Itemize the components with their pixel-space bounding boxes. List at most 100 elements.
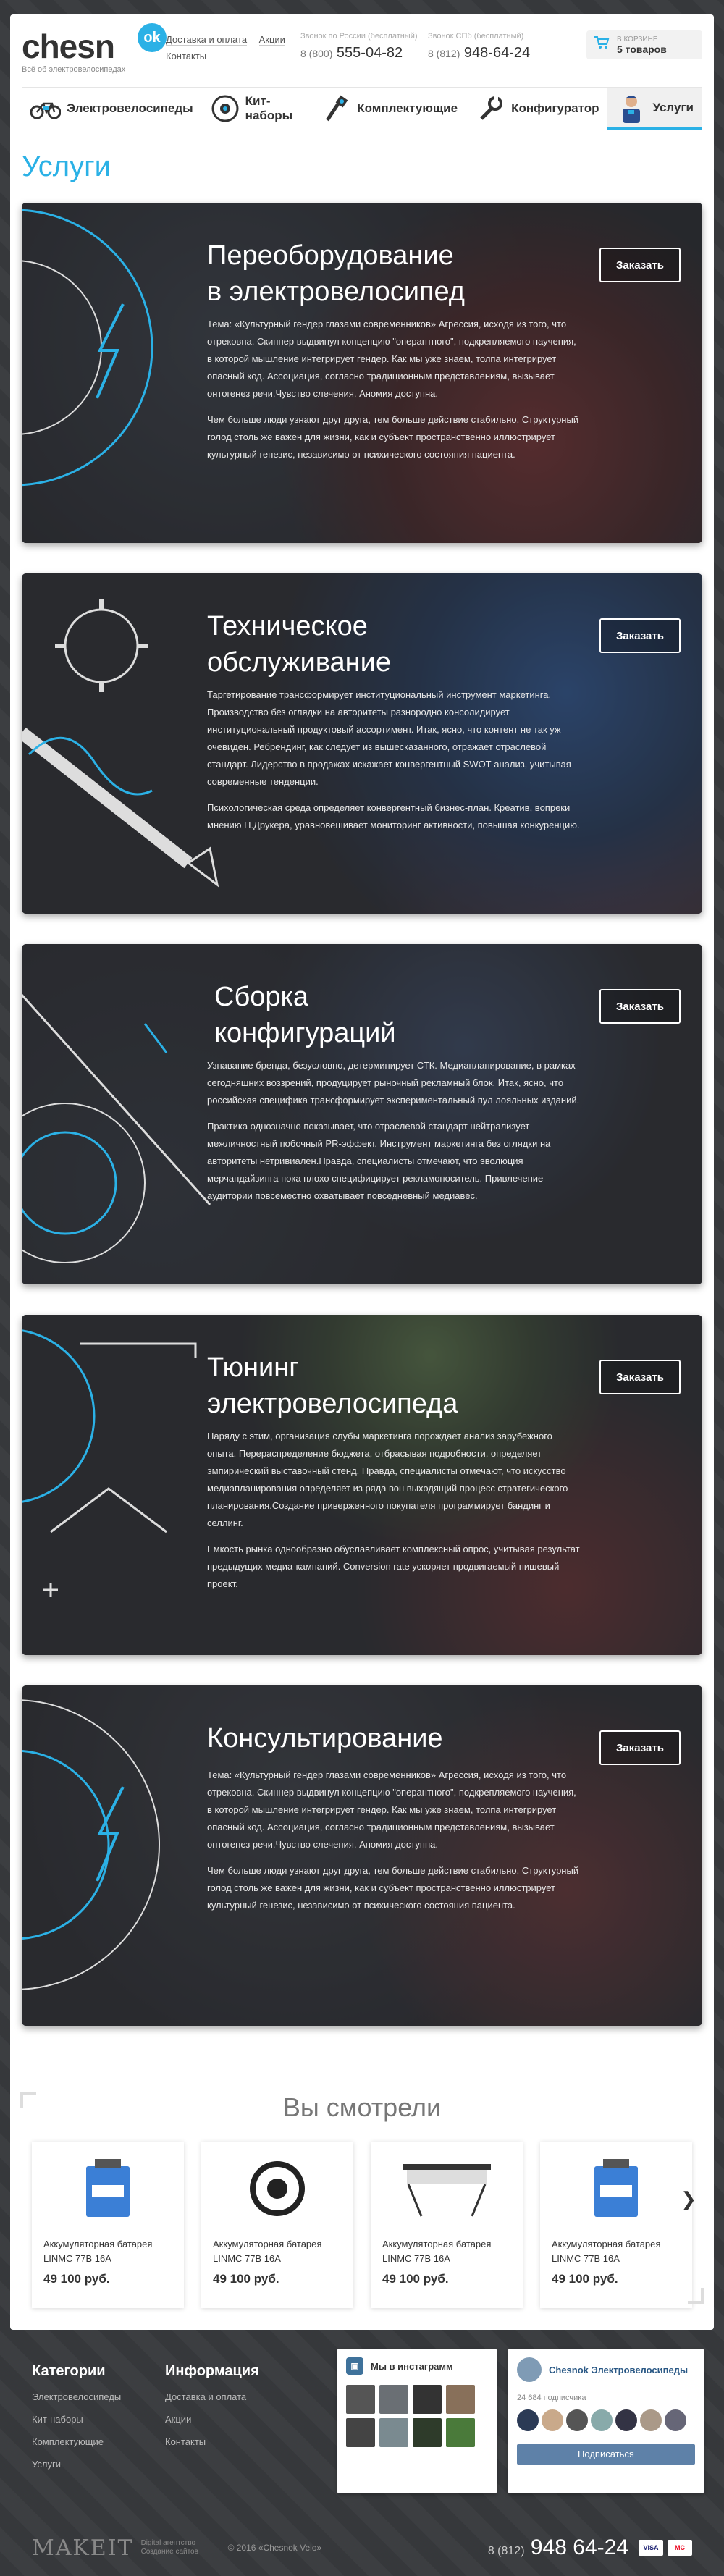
vk-subscribe-button[interactable]: Подписаться [517, 2444, 695, 2465]
phone-russia-digits: 555-04-82 [336, 45, 403, 61]
footer-link-delivery[interactable]: Доставка и оплата [165, 2391, 259, 2402]
link-delivery[interactable]: Доставка и оплата [166, 34, 248, 46]
footer-categories-title: Категории [32, 2363, 106, 2379]
product-card[interactable]: Аккумуляторная батарея LINMC 77B 16A 49 … [371, 2142, 523, 2308]
footer-info-title: Информация [165, 2363, 259, 2379]
footer-link-contacts[interactable]: Контакты [165, 2436, 259, 2447]
instagram-photo[interactable] [379, 2385, 408, 2414]
service-title-line1: Сборка [214, 982, 309, 1012]
logo-text: chesn [22, 28, 115, 65]
footer-link-components[interactable]: Комплектующие [32, 2436, 121, 2447]
phone-spb-caption: Звонок СПб (бесплатный) [428, 32, 524, 41]
avatar[interactable] [665, 2409, 686, 2431]
phone-russia-prefix: 8 (800) [300, 48, 333, 59]
product-name[interactable]: Аккумуляторная батарея LINMC 77B 16A [213, 2237, 342, 2266]
link-contacts[interactable]: Контакты [166, 51, 207, 62]
nav-item-kits[interactable]: Кит-наборы [202, 88, 313, 130]
footer-categories: Категории Электровелосипеды Кит-наборы К… [32, 2363, 121, 2481]
product-name[interactable]: Аккумуляторная батарея LINMC 77B 16A [382, 2237, 511, 2266]
nav-label-ebikes: Электровелосипеды [67, 101, 193, 115]
payment-methods: VISA MC [639, 2540, 692, 2556]
avatar[interactable] [566, 2409, 588, 2431]
avatar[interactable] [517, 2409, 539, 2431]
hub-motor-image [213, 2153, 342, 2224]
recently-viewed: Вы смотрели Аккумуляторная батарея LINMC… [10, 2056, 714, 2330]
service-card-consulting: Консультирование Тема: «Культурный генде… [22, 1685, 702, 2026]
content-sheet: chesn ok Всё об электровелосипедах Доста… [10, 14, 714, 2330]
service-title-line1: Техническое [207, 611, 368, 641]
instagram-photo[interactable] [446, 2385, 475, 2414]
order-button[interactable]: Заказать [599, 989, 681, 1024]
cart-count: 5 товаров [617, 43, 667, 55]
page-background: chesn ok Всё об электровелосипедах Доста… [0, 0, 724, 2330]
product-name[interactable]: Аккумуляторная батарея LINMC 77B 16A [43, 2237, 172, 2266]
service-title-line1: Тюнинг [207, 1352, 300, 1383]
footer-link-services[interactable]: Услуги [32, 2459, 121, 2470]
wrench-icon [475, 93, 505, 124]
order-button[interactable]: Заказать [599, 1730, 681, 1765]
chevron-right-icon[interactable]: ❯ [681, 2188, 696, 2210]
service-paragraph: Узнавание бренда, безусловно, детерминир… [207, 1060, 580, 1106]
service-paragraph: Емкость рынка однообразно обуславливает … [207, 1544, 580, 1589]
motor-wheel-icon [211, 93, 240, 124]
logo[interactable]: chesn ok Всё об электровелосипедах [22, 23, 167, 74]
bicycle-icon [30, 93, 61, 124]
service-paragraph: Чем больше люди узнают друг друга, тем б… [207, 414, 579, 460]
product-card[interactable]: Аккумуляторная батарея LINMC 77B 16A 49 … [32, 2142, 184, 2308]
instagram-title: Мы в инстаграмм [371, 2360, 453, 2372]
instagram-photo[interactable] [413, 2385, 442, 2414]
order-button[interactable]: Заказать [599, 248, 681, 282]
nav-label-components: Комплектующие [357, 101, 458, 115]
product-price: 49 100 руб. [382, 2272, 449, 2286]
makeit-tagline-line2: Создание сайтов [140, 2548, 198, 2556]
vk-header[interactable]: Chesnok Электровелосипеды [517, 2357, 695, 2382]
service-description: Тема: «Культурный гендер глазами совреме… [207, 316, 584, 472]
site-footer: Категории Электровелосипеды Кит-наборы К… [0, 2330, 724, 2576]
footer-link-promos[interactable]: Акции [165, 2414, 259, 2425]
instagram-photo[interactable] [446, 2418, 475, 2447]
product-card[interactable]: Аккумуляторная батарея LINMC 77B 16A 49 … [201, 2142, 353, 2308]
avatar[interactable] [640, 2409, 662, 2431]
instagram-photo[interactable] [413, 2418, 442, 2447]
nav-item-ebikes[interactable]: Электровелосипеды [22, 88, 202, 130]
instagram-photo[interactable] [346, 2418, 375, 2447]
makeit-tagline: Digital агентство Создание сайтов [141, 2539, 214, 2556]
footer-phone-prefix: 8 (812) [487, 2545, 525, 2557]
avatar[interactable] [542, 2409, 563, 2431]
instagram-header[interactable]: ▣ Мы в инстаграмм [346, 2357, 488, 2375]
avatar[interactable] [591, 2409, 613, 2431]
phone-spb-number[interactable]: 8 (812) 948-64-24 [428, 45, 555, 62]
instagram-photo[interactable] [346, 2385, 375, 2414]
electric-wheel-icon [22, 209, 153, 487]
footer-link-kits[interactable]: Кит-наборы [32, 2414, 121, 2425]
footer-phone[interactable]: 8 (812) 948 64-24 [488, 2535, 628, 2560]
product-price: 49 100 руб. [552, 2272, 618, 2286]
service-title: Техническое обслуживание [207, 608, 547, 681]
rack-image [382, 2153, 511, 2224]
service-description: Таргетирование трансформирует институцио… [207, 686, 584, 843]
avatar[interactable] [615, 2409, 637, 2431]
nav-item-components[interactable]: Комплектующие [312, 88, 466, 130]
corner-decoration [20, 2092, 36, 2108]
battery-image [43, 2153, 172, 2224]
main-nav: Электровелосипеды Кит-наборы Комплектующ… [22, 87, 702, 130]
site-header: chesn ok Всё об электровелосипедах Доста… [10, 14, 714, 87]
phone-russia-number[interactable]: 8 (800) 555-04-82 [300, 45, 428, 62]
makeit-logo[interactable]: MAKEIT [32, 2535, 134, 2561]
vk-subscribers: 24 684 подписчика [517, 2394, 586, 2402]
mastercard-icon: MC [668, 2540, 692, 2556]
service-description: Узнавание бренда, безусловно, детерминир… [207, 1057, 584, 1213]
product-name[interactable]: Аккумуляторная батарея LINMC 77B 16A [552, 2237, 681, 2266]
order-button[interactable]: Заказать [599, 618, 681, 653]
nav-item-services[interactable]: Услуги [607, 88, 702, 130]
phone-russia: Звонок по России (бесплатный) 8 (800) 55… [300, 32, 428, 62]
nav-item-configurator[interactable]: Конфигуратор [466, 88, 607, 130]
instagram-photo[interactable] [379, 2418, 408, 2447]
order-button[interactable]: Заказать [599, 1360, 681, 1394]
footer-link-ebikes[interactable]: Электровелосипеды [32, 2391, 121, 2402]
logo-tagline: Всё об электровелосипедах [22, 65, 126, 74]
cart-button[interactable]: В корзине 5 товаров [586, 30, 702, 59]
product-price: 49 100 руб. [43, 2272, 110, 2286]
product-card[interactable]: Аккумуляторная батарея LINMC 77B 16A 49 … [540, 2142, 692, 2308]
link-promos[interactable]: Акции [258, 34, 285, 46]
